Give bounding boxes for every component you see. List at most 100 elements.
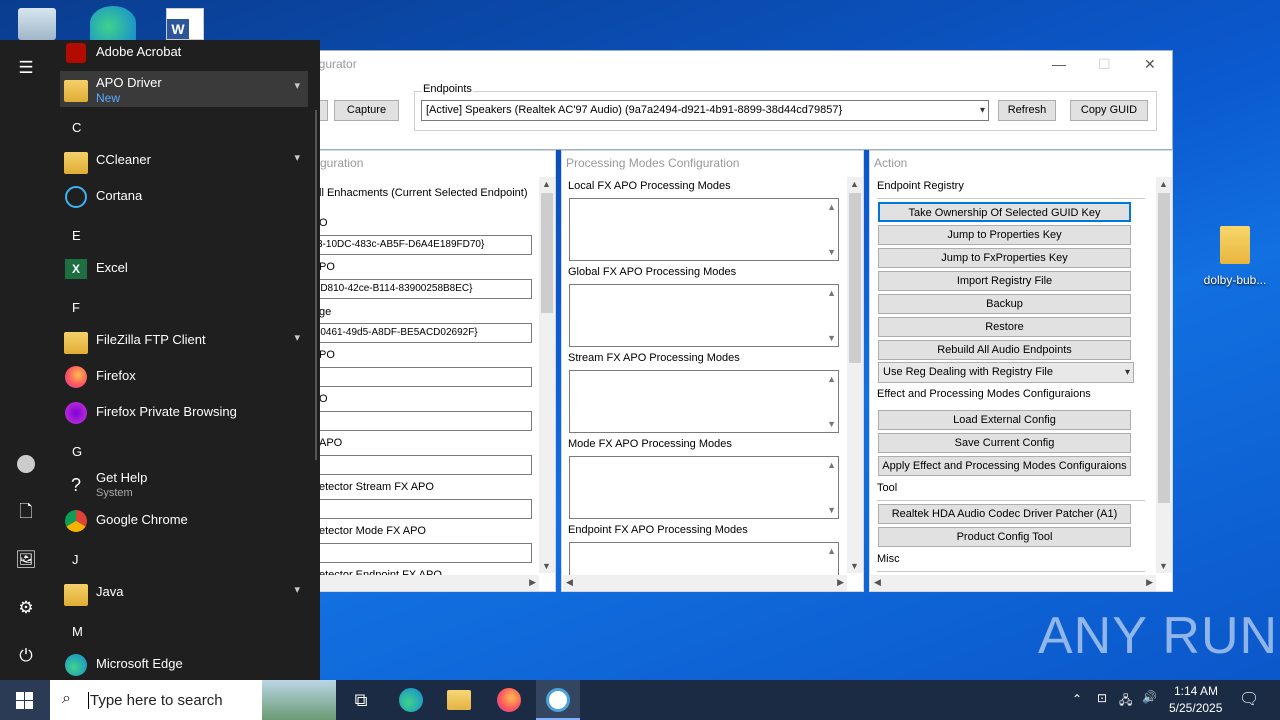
take-ownership-button[interactable]: Take Ownership Of Selected GUID Key xyxy=(878,202,1131,222)
task-view-icon[interactable]: ⧉ xyxy=(349,688,373,712)
section-letter[interactable]: M xyxy=(72,624,83,639)
app-item-ccleaner[interactable]: CCleaner ▾ xyxy=(60,143,308,179)
recycle-bin-icon[interactable] xyxy=(18,8,56,40)
app-item-firefox-private[interactable]: Firefox Private Browsing xyxy=(60,395,308,431)
start-scrollbar[interactable] xyxy=(315,110,317,460)
app-item-cortana[interactable]: Cortana xyxy=(60,179,308,215)
scroll-up-icon[interactable]: ▲ xyxy=(827,460,836,470)
copy-guid-button[interactable]: Copy GUID xyxy=(1070,100,1148,121)
close-icon[interactable]: ✕ xyxy=(1144,56,1156,73)
horizontal-scrollbar[interactable]: ◀ ▶ xyxy=(563,575,847,591)
app-item-filezilla[interactable]: FileZilla FTP Client ▾ xyxy=(60,323,308,359)
scroll-down-icon[interactable]: ▼ xyxy=(827,247,836,257)
section-letter[interactable]: J xyxy=(72,552,79,567)
section-letter[interactable]: E xyxy=(72,228,81,243)
stream-fx-list[interactable]: ▲ ▼ xyxy=(569,370,839,433)
chevron-down-icon[interactable]: ▾ xyxy=(294,331,300,344)
scroll-right-icon[interactable]: ▶ xyxy=(1146,577,1153,588)
mode-fx-list[interactable]: ▲ ▼ xyxy=(569,456,839,519)
notification-icon[interactable]: 🗨 xyxy=(1239,689,1259,709)
power-icon[interactable]: ⏻ xyxy=(15,645,37,667)
scroll-up-icon[interactable]: ▲ xyxy=(827,374,836,384)
section-letter[interactable]: C xyxy=(72,120,81,135)
hamburger-icon[interactable]: ☰ xyxy=(15,57,37,79)
capture-button[interactable]: Capture xyxy=(334,100,399,121)
section-letter[interactable]: G xyxy=(72,444,82,459)
scroll-right-icon[interactable]: ▶ xyxy=(837,577,844,588)
app-item-microsoft-edge[interactable]: Microsoft Edge xyxy=(60,647,308,683)
field-input[interactable]: -D810-42ce-B114-83900258B8EC} xyxy=(314,279,532,299)
scroll-up-icon[interactable]: ▲ xyxy=(827,546,836,556)
clock-time[interactable]: 1:14 AM xyxy=(1174,684,1218,698)
app-item-google-chrome[interactable]: Google Chrome xyxy=(60,503,308,539)
scroll-down-icon[interactable]: ▼ xyxy=(827,505,836,515)
scroll-down-icon[interactable]: ▼ xyxy=(827,419,836,429)
global-fx-list[interactable]: ▲ ▼ xyxy=(569,284,839,347)
endpoint-fx-list[interactable]: ▲ xyxy=(569,542,839,575)
vertical-scrollbar[interactable]: ▲ ▼ xyxy=(847,177,863,573)
save-config-button[interactable]: Save Current Config xyxy=(878,433,1131,453)
scroll-up-icon[interactable]: ▲ xyxy=(1159,179,1168,189)
scroll-thumb[interactable] xyxy=(1158,193,1170,503)
documents-icon[interactable]: 🗋 xyxy=(15,501,37,523)
load-config-button[interactable]: Load External Config xyxy=(878,410,1131,430)
scroll-down-icon[interactable]: ▼ xyxy=(827,333,836,343)
codec-patcher-button[interactable]: Realtek HDA Audio Codec Driver Patcher (… xyxy=(878,504,1131,524)
chevron-down-icon[interactable]: ▾ xyxy=(294,79,300,92)
maximize-icon[interactable]: ☐ xyxy=(1098,56,1111,73)
scroll-up-icon[interactable]: ▲ xyxy=(827,202,836,212)
active-app-taskbar[interactable] xyxy=(536,680,580,720)
start-button[interactable] xyxy=(0,680,50,720)
device-icon[interactable]: ⊡ xyxy=(1097,691,1107,705)
app-item-firefox[interactable]: Firefox xyxy=(60,359,308,395)
chevron-down-icon[interactable]: ▾ xyxy=(294,583,300,596)
local-fx-list[interactable]: ▲ ▼ xyxy=(569,198,839,261)
scroll-thumb[interactable] xyxy=(541,193,553,313)
endpoint-select[interactable]: [Active] Speakers (Realtek AC'97 Audio) … xyxy=(421,100,989,121)
clock-date[interactable]: 5/25/2025 xyxy=(1169,701,1222,715)
field-input[interactable] xyxy=(314,455,532,475)
firefox-taskbar-icon[interactable] xyxy=(497,688,521,712)
search-input[interactable]: Type here to search xyxy=(88,692,223,709)
rebuild-endpoints-button[interactable]: Rebuild All Audio Endpoints xyxy=(878,340,1131,360)
scroll-down-icon[interactable]: ▼ xyxy=(542,561,551,571)
scroll-down-icon[interactable]: ▼ xyxy=(1159,561,1168,571)
scroll-up-icon[interactable]: ▲ xyxy=(542,179,551,189)
restore-button[interactable]: Restore xyxy=(878,317,1131,337)
section-letter[interactable]: F xyxy=(72,300,80,315)
registry-mode-select[interactable]: Use Reg Dealing with Registry File ▾ xyxy=(878,362,1134,383)
scroll-left-icon[interactable]: ◀ xyxy=(566,577,573,588)
app-item-java[interactable]: Java ▾ xyxy=(60,575,308,611)
scroll-down-icon[interactable]: ▼ xyxy=(850,561,859,571)
app-item-adobe-acrobat[interactable]: Adobe Acrobat xyxy=(60,35,308,71)
volume-icon[interactable]: 🔊 xyxy=(1142,690,1157,704)
scroll-thumb[interactable] xyxy=(849,193,861,363)
user-icon[interactable] xyxy=(15,453,37,475)
backup-button[interactable]: Backup xyxy=(878,294,1131,314)
chevron-up-icon[interactable]: ⌃ xyxy=(1072,692,1082,706)
import-registry-button[interactable]: Import Registry File xyxy=(878,271,1131,291)
scroll-left-icon[interactable]: ◀ xyxy=(874,577,881,588)
settings-icon[interactable]: ⚙ xyxy=(15,597,37,619)
network-icon[interactable]: 🖧 xyxy=(1119,691,1132,712)
field-input[interactable] xyxy=(314,499,532,519)
apply-config-button[interactable]: Apply Effect and Processing Modes Config… xyxy=(878,456,1131,476)
jump-fxproperties-button[interactable]: Jump to FxProperties Key xyxy=(878,248,1131,268)
minimize-icon[interactable]: — xyxy=(1052,56,1066,72)
refresh-button[interactable]: Refresh xyxy=(998,100,1056,121)
scroll-right-icon[interactable]: ▶ xyxy=(529,577,536,588)
field-input[interactable]: -0461-49d5-A8DF-BE5ACD02692F} xyxy=(314,323,532,343)
app-item-apo-driver[interactable]: APO Driver New ▾ xyxy=(60,71,308,107)
pictures-icon[interactable]: 🖼 xyxy=(15,549,37,571)
horizontal-scrollbar[interactable]: ◀ ▶ xyxy=(871,575,1156,591)
scroll-up-icon[interactable]: ▲ xyxy=(850,179,859,189)
vertical-scrollbar[interactable]: ▲ ▼ xyxy=(539,177,555,573)
scroll-up-icon[interactable]: ▲ xyxy=(827,288,836,298)
app-item-get-help[interactable]: ? Get Help System xyxy=(60,467,308,503)
file-explorer-icon[interactable] xyxy=(447,690,471,710)
field-input[interactable]: 3-10DC-483c-AB5F-D6A4E189FD70} xyxy=(314,235,532,255)
desktop-folder-dolby[interactable]: dolby-bub... xyxy=(1195,226,1275,287)
chevron-down-icon[interactable]: ▾ xyxy=(294,151,300,164)
horizontal-scrollbar[interactable]: ▶ xyxy=(307,575,539,591)
field-input[interactable] xyxy=(314,411,532,431)
